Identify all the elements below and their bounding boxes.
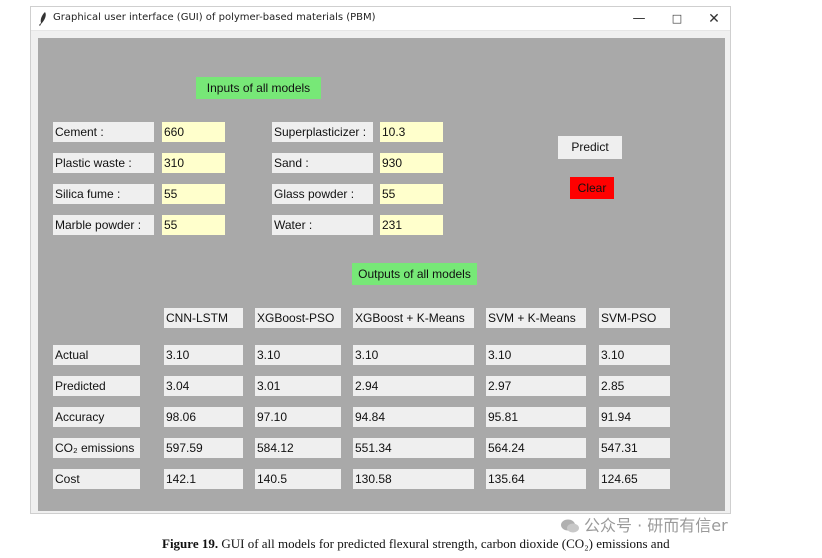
- output-cell: 95.81: [486, 407, 586, 427]
- row-label-predicted: Predicted: [53, 376, 140, 396]
- output-cell: 94.84: [353, 407, 474, 427]
- predict-button[interactable]: Predict: [558, 136, 622, 159]
- window-title: Graphical user interface (GUI) of polyme…: [53, 12, 376, 23]
- feather-icon: [39, 12, 46, 26]
- plastic-waste-label: Plastic waste :: [53, 153, 154, 173]
- output-cell: 3.10: [353, 345, 474, 365]
- output-cell: 124.65: [599, 469, 670, 489]
- output-cell: 547.31: [599, 438, 670, 458]
- app-window: Graphical user interface (GUI) of polyme…: [30, 6, 731, 514]
- glass-powder-input[interactable]: [380, 184, 443, 204]
- title-bar: Graphical user interface (GUI) of polyme…: [31, 7, 730, 31]
- output-cell: 140.5: [255, 469, 341, 489]
- output-cell: 97.10: [255, 407, 341, 427]
- outputs-title: Outputs of all models: [352, 263, 477, 285]
- marble-powder-input[interactable]: [162, 215, 225, 235]
- output-cell: 3.10: [164, 345, 243, 365]
- figure-caption: Figure 19. GUI of all models for predict…: [162, 536, 670, 552]
- glass-powder-label: Glass powder :: [272, 184, 373, 204]
- model-header-xgboost-pso: XGBoost-PSO: [255, 308, 341, 328]
- caption-text: GUI of all models for predicted flexural…: [221, 536, 670, 551]
- output-cell: 135.64: [486, 469, 586, 489]
- figure-number: Figure 19.: [162, 536, 219, 551]
- row-label-accuracy: Accuracy: [53, 407, 140, 427]
- superplasticizer-input[interactable]: [380, 122, 443, 142]
- output-cell: 564.24: [486, 438, 586, 458]
- water-label: Water :: [272, 215, 373, 235]
- minimize-button[interactable]: —: [629, 10, 649, 28]
- cement-input[interactable]: [162, 122, 225, 142]
- output-cell: 130.58: [353, 469, 474, 489]
- output-cell: 2.94: [353, 376, 474, 396]
- silica-fume-input[interactable]: [162, 184, 225, 204]
- row-label-cost: Cost: [53, 469, 140, 489]
- output-cell: 3.10: [255, 345, 341, 365]
- output-cell: 142.1: [164, 469, 243, 489]
- output-cell: 91.94: [599, 407, 670, 427]
- model-header-svm-pso: SVM-PSO: [599, 308, 670, 328]
- clear-button[interactable]: Clear: [570, 177, 614, 199]
- sand-input[interactable]: [380, 153, 443, 173]
- output-cell: 584.12: [255, 438, 341, 458]
- model-header-xgboost-kmeans: XGBoost + K-Means: [353, 308, 474, 328]
- output-cell: 597.59: [164, 438, 243, 458]
- output-cell: 3.10: [599, 345, 670, 365]
- output-cell: 2.97: [486, 376, 586, 396]
- plastic-waste-input[interactable]: [162, 153, 225, 173]
- model-header-cnn-lstm: CNN-LSTM: [164, 308, 243, 328]
- silica-fume-label: Silica fume :: [53, 184, 154, 204]
- inputs-title: Inputs of all models: [196, 77, 321, 99]
- output-cell: 2.85: [599, 376, 670, 396]
- output-cell: 3.01: [255, 376, 341, 396]
- model-header-svm-kmeans: SVM + K-Means: [486, 308, 586, 328]
- watermark: 公众号 · 研而有信er: [560, 512, 728, 536]
- output-cell: 551.34: [353, 438, 474, 458]
- row-label-co2-emissions: CO₂ emissions: [53, 438, 140, 458]
- main-canvas: Inputs of all models Cement : Plastic wa…: [38, 38, 725, 511]
- row-label-actual: Actual: [53, 345, 140, 365]
- superplasticizer-label: Superplasticizer :: [272, 122, 373, 142]
- wechat-icon: [561, 519, 579, 533]
- output-cell: 3.04: [164, 376, 243, 396]
- output-cell: 3.10: [486, 345, 586, 365]
- marble-powder-label: Marble powder :: [53, 215, 154, 235]
- watermark-text: 公众号 · 研而有信er: [584, 516, 728, 535]
- close-button[interactable]: ✕: [704, 10, 724, 28]
- water-input[interactable]: [380, 215, 443, 235]
- maximize-button[interactable]: □: [667, 10, 687, 28]
- output-cell: 98.06: [164, 407, 243, 427]
- cement-label: Cement :: [53, 122, 154, 142]
- sand-label: Sand :: [272, 153, 373, 173]
